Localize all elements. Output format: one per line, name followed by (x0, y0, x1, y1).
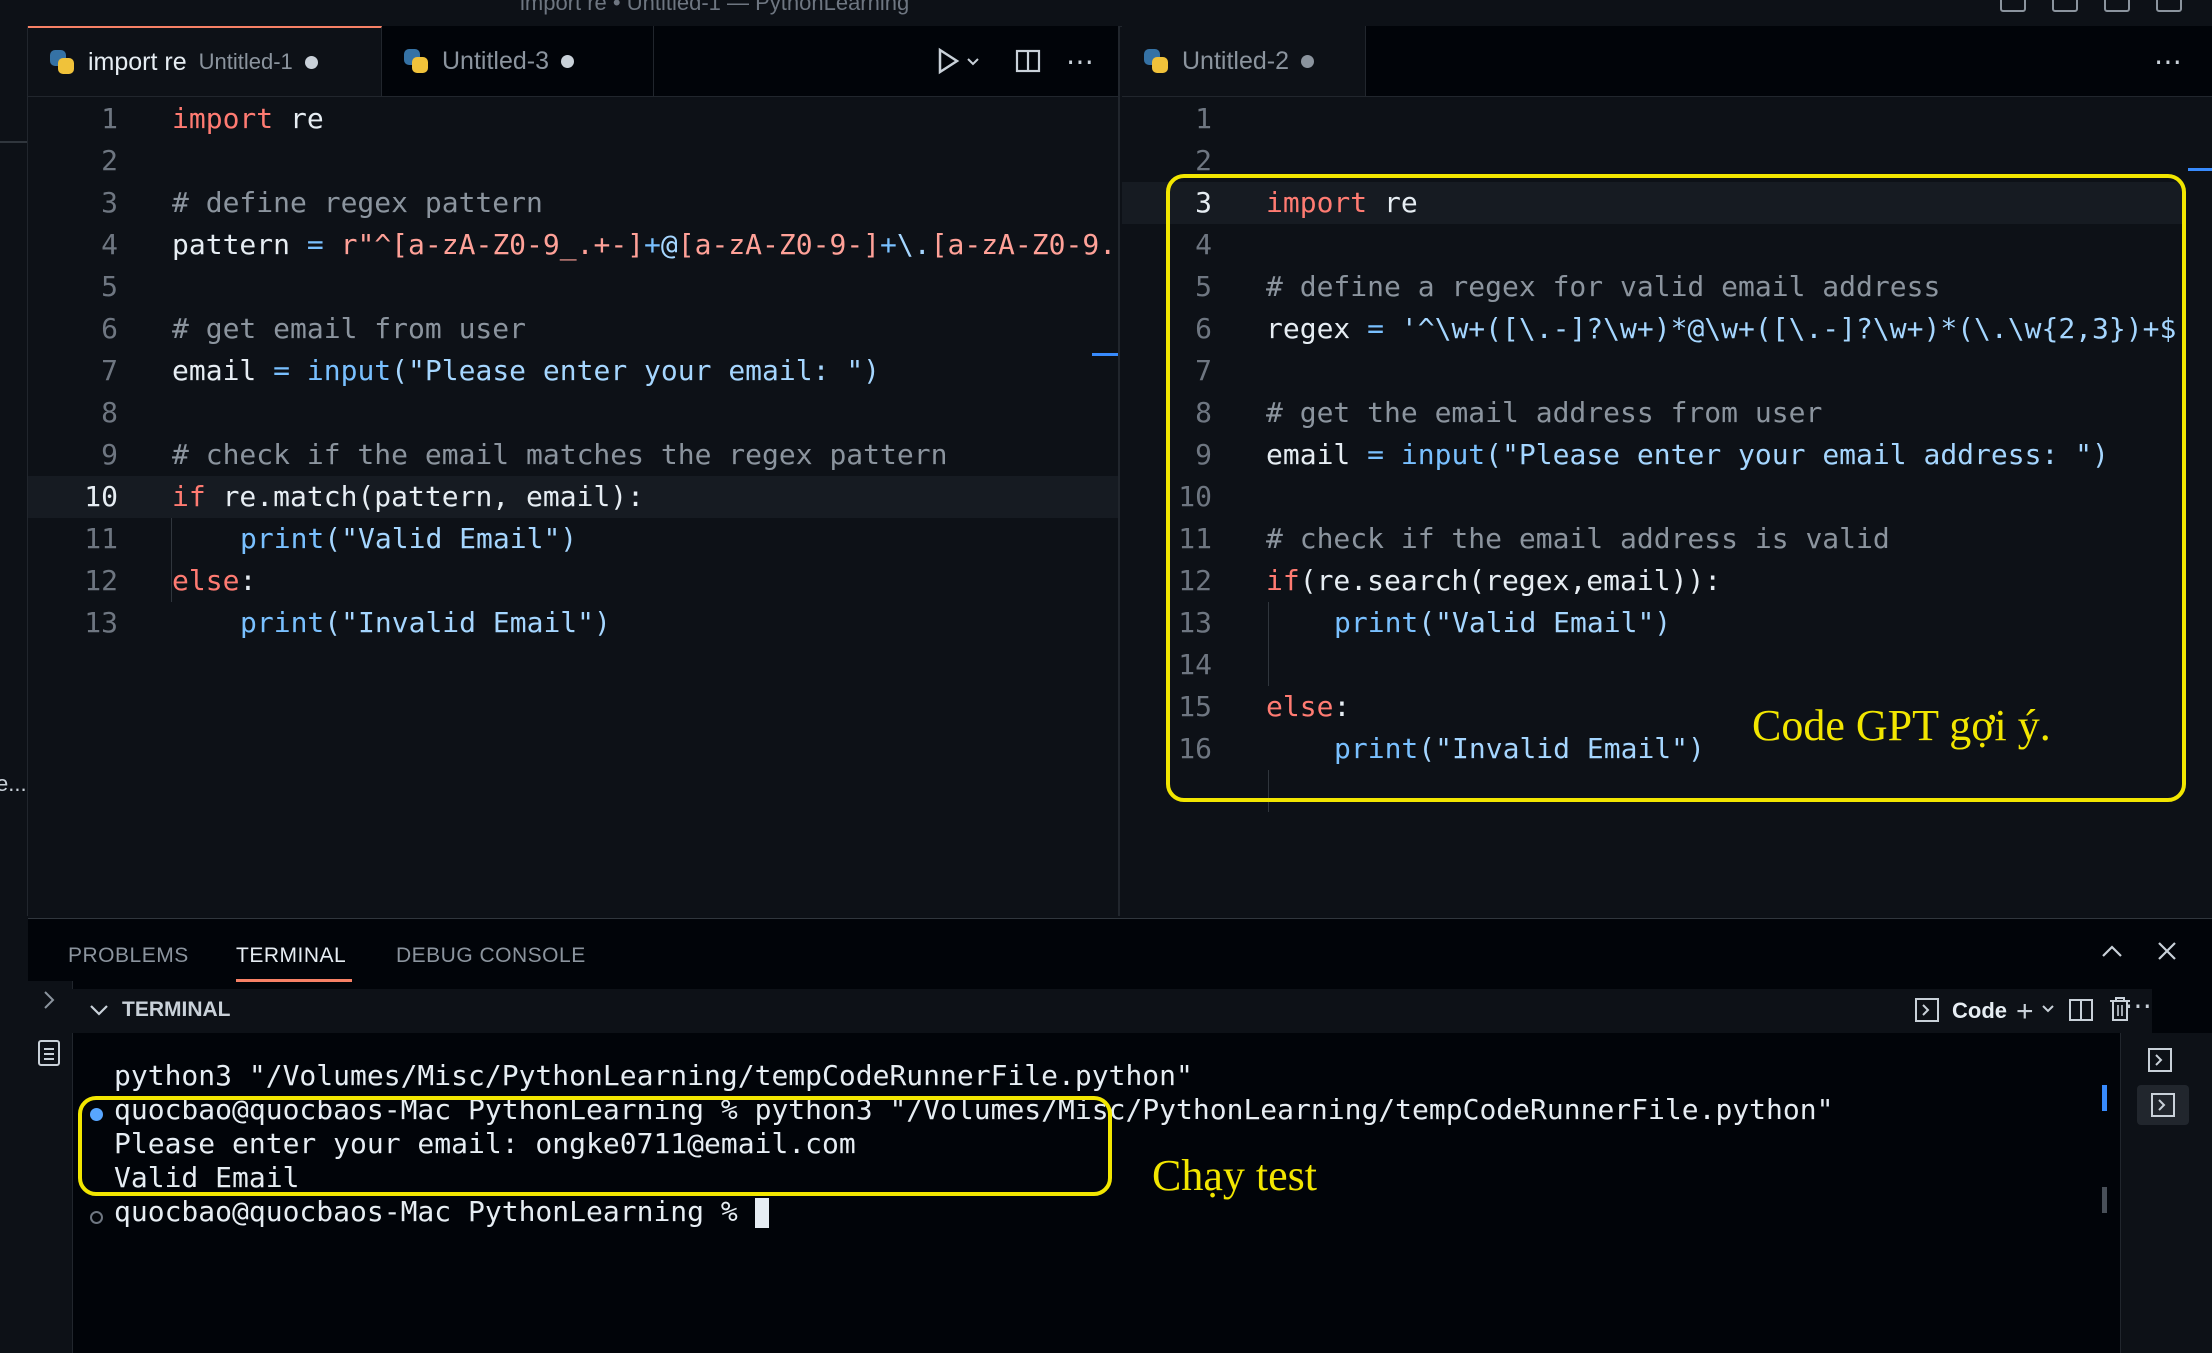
code-regex: [a-zA-Z0-9. (930, 228, 1117, 261)
terminal-list (2120, 1033, 2212, 1353)
terminal-more-icon[interactable]: ⋯ (2122, 989, 2152, 1022)
terminal-prompt: quocbao@quocbaos-Mac PythonLearning % (114, 1195, 755, 1228)
code-keyword: if (172, 480, 206, 513)
terminal-instance-active[interactable] (2137, 1085, 2189, 1125)
line-number: 13 (84, 606, 118, 639)
line-number: 6 (101, 312, 118, 345)
tab-label: import re (88, 47, 187, 76)
title-bar: import re • Untitled-1 — PythonLearning (0, 0, 2212, 27)
toggle-sidebar-icon[interactable] (2000, 0, 2026, 12)
tab-untitled-1[interactable]: import re Untitled-1 (28, 26, 382, 96)
terminal-cursor (754, 1198, 769, 1228)
unsaved-dot-icon[interactable] (561, 54, 574, 68)
line-number: 12 (84, 564, 118, 597)
line-number: 5 (101, 270, 118, 303)
more-actions-icon[interactable]: ⋯ (1058, 26, 1102, 96)
run-python-icon[interactable] (928, 26, 988, 96)
unsaved-dot-icon[interactable] (304, 55, 318, 69)
annotation-box-run-test (78, 1096, 1112, 1196)
line-number: 7 (101, 354, 118, 387)
editor-group-left: import re Untitled-1 Untitled-3 ⋯ 1 impor… (28, 26, 1120, 916)
code-comment: # check if the email matches the regex p… (172, 438, 948, 471)
terminal-line: python3 "/Volumes/Misc/PythonLearning/te… (114, 1059, 1193, 1092)
tab-label: Untitled-3 (442, 46, 549, 75)
code-regex: + (644, 228, 661, 261)
scroll-marker (2188, 168, 2212, 171)
code-function: input (306, 354, 392, 387)
code-regex: ^[a-zA-Z0-9_.+-] (374, 228, 645, 261)
close-panel-icon[interactable] (2156, 937, 2178, 969)
annotation-label-run-test: Chạy test (1152, 1151, 1317, 1200)
line-number: 4 (101, 228, 118, 261)
code-variable: pattern (172, 228, 291, 261)
toggle-panel-icon[interactable] (2052, 0, 2078, 12)
code-function: print (240, 606, 325, 639)
code-regex: \. (896, 228, 931, 261)
unsaved-dot-icon[interactable] (1301, 54, 1314, 68)
tab-untitled-3[interactable]: Untitled-3 (382, 26, 654, 96)
code-comment: # get email from user (172, 312, 527, 345)
code-string: ("Valid Email") (324, 522, 578, 555)
line-number-current: 10 (84, 480, 118, 513)
code-text: (pattern, email): (357, 480, 645, 513)
code-variable: email (172, 354, 257, 387)
code-operator: = (290, 228, 341, 261)
customize-layout-icon[interactable] (2156, 0, 2182, 12)
activity-divider (0, 141, 27, 143)
tab-sublabel: Untitled-1 (198, 49, 293, 74)
scroll-marker (1092, 353, 1118, 356)
python-file-icon (1142, 47, 1170, 75)
terminal-instance-icon[interactable] (2147, 1047, 2173, 1078)
code-keyword: import (172, 102, 274, 135)
line-number: 3 (101, 186, 118, 219)
more-actions-icon[interactable]: ⋯ (2146, 26, 2190, 96)
sidebar-fragment-text: e... (0, 771, 27, 796)
toggle-secondary-sidebar-icon[interactable] (2104, 0, 2130, 12)
code-regex: [a-zA-Z0-9-] (677, 228, 881, 261)
code-function: print (240, 522, 325, 555)
python-file-icon (48, 48, 76, 76)
line-number: 11 (84, 522, 118, 555)
line-number: 1 (1195, 102, 1212, 135)
code-comment: # define regex pattern (172, 186, 543, 219)
code-operator: = (256, 354, 307, 387)
line-number: 8 (101, 396, 118, 429)
line-number: 2 (101, 144, 118, 177)
code-text: re.match (205, 480, 358, 513)
code-text: : (239, 564, 257, 597)
split-editor-icon[interactable] (1008, 26, 1048, 96)
annotation-label-gpt-code: Code GPT gợi ý. (1752, 701, 2051, 750)
activity-bar: e... (0, 26, 28, 916)
tab-label: Untitled-2 (1182, 46, 1289, 75)
line-number: 1 (101, 102, 118, 135)
code-text: re (273, 102, 324, 135)
code-regex: + (880, 228, 897, 261)
line-number: 9 (101, 438, 118, 471)
code-string: ("Please enter your email: ") (391, 354, 881, 387)
tab-untitled-2[interactable]: Untitled-2 (1122, 26, 1366, 96)
python-file-icon (402, 47, 430, 75)
tab-bar-left: import re Untitled-1 Untitled-3 ⋯ (28, 26, 1118, 97)
window-title: import re • Untitled-1 — PythonLearning (520, 0, 910, 15)
tab-bar-right: Untitled-2 ⋯ (1122, 26, 2212, 97)
code-regex: @ (660, 228, 678, 261)
code-string: r" (340, 228, 375, 261)
code-string: ("Invalid Email") (324, 606, 611, 639)
command-pending-dot-icon[interactable] (90, 1211, 103, 1224)
code-keyword: else (172, 564, 240, 597)
